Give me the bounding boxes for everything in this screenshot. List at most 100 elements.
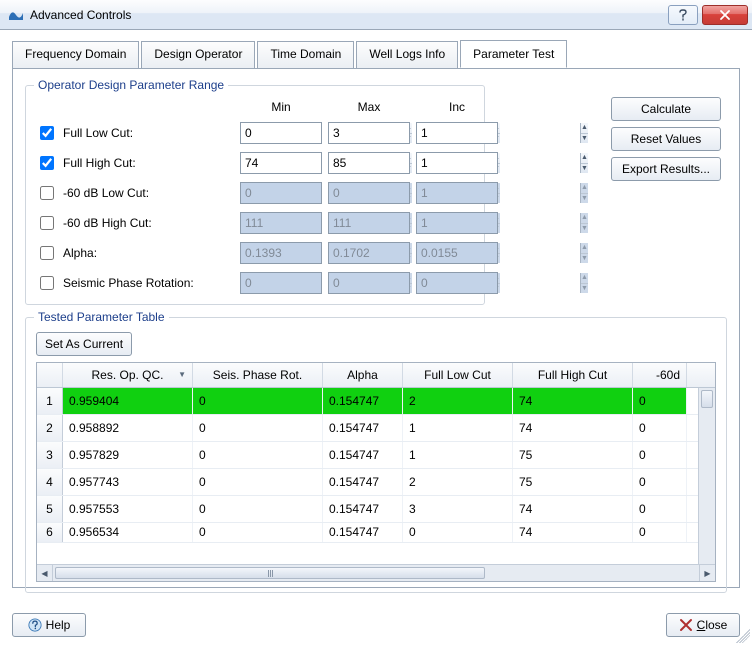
table-row[interactable]: 4 0.957743 0 0.154747 2 75 0 <box>37 469 698 496</box>
checkbox-60db-high-cut[interactable] <box>40 216 54 230</box>
tab-well-logs-info[interactable]: Well Logs Info <box>356 41 458 69</box>
spin-input[interactable] <box>417 123 580 143</box>
spin-full-high-cut-max[interactable]: ▲▼ <box>328 152 410 174</box>
tab-frequency-domain[interactable]: Frequency Domain <box>12 41 139 69</box>
scrollbar-thumb[interactable] <box>55 567 485 579</box>
cell-seis-phase-rot: 0 <box>193 415 323 441</box>
checkbox-alpha[interactable] <box>40 246 54 260</box>
scrollbar-thumb[interactable] <box>701 390 713 408</box>
cell-minus-60db: 0 <box>633 469 687 495</box>
col-header-full-low-cut[interactable]: Full Low Cut <box>403 363 513 387</box>
tab-panel-parameter-test: Operator Design Parameter Range Min Max … <box>12 68 740 588</box>
window-title: Advanced Controls <box>30 8 668 22</box>
horizontal-scrollbar[interactable]: ◀ ▶ <box>37 564 715 581</box>
col-header-alpha[interactable]: Alpha <box>323 363 403 387</box>
table-row[interactable]: 5 0.957553 0 0.154747 3 74 0 <box>37 496 698 523</box>
checkbox-full-low-cut[interactable] <box>40 126 54 140</box>
export-results-button[interactable]: Export Results... <box>611 157 721 181</box>
cell-minus-60db: 0 <box>633 496 687 522</box>
param-label-text: -60 dB High Cut: <box>63 216 152 230</box>
spin-full-low-cut-min[interactable]: ▲▼ <box>240 122 322 144</box>
row-number: 5 <box>37 496 63 522</box>
group-tested-parameter-table: Tested Parameter Table Set As Current Re… <box>25 317 727 593</box>
cell-minus-60db: 0 <box>633 415 687 441</box>
help-button[interactable]: Help <box>12 613 86 637</box>
table-row[interactable]: 6 0.956534 0 0.154747 0 74 0 <box>37 523 698 543</box>
param-grid: Min Max Inc Full Low Cut: ▲▼ ▲▼ ▲▼ Full … <box>36 100 474 294</box>
param-label-text: Full Low Cut: <box>63 126 133 140</box>
cell-seis-phase-rot: 0 <box>193 469 323 495</box>
tabs: Frequency Domain Design Operator Time Do… <box>12 40 740 588</box>
param-full-low-cut: Full Low Cut: <box>36 123 234 143</box>
scroll-left-arrow-icon[interactable]: ◀ <box>37 565 53 581</box>
checkbox-full-high-cut[interactable] <box>40 156 54 170</box>
col-header-inc: Inc <box>416 100 498 114</box>
up-arrow-icon[interactable]: ▲ <box>581 153 588 163</box>
spin-60db-high-cut-min: ▲▼ <box>240 212 322 234</box>
cell-res-op-qc: 0.958892 <box>63 415 193 441</box>
spin-60db-high-cut-inc: ▲▼ <box>416 212 498 234</box>
tab-time-domain[interactable]: Time Domain <box>257 41 354 69</box>
cell-full-low-cut: 2 <box>403 388 513 414</box>
col-header-seis-phase-rot[interactable]: Seis. Phase Rot. <box>193 363 323 387</box>
spin-full-high-cut-min[interactable]: ▲▼ <box>240 152 322 174</box>
spin-full-low-cut-max[interactable]: ▲▼ <box>328 122 410 144</box>
up-arrow-icon: ▲ <box>581 243 588 253</box>
up-arrow-icon: ▲ <box>581 273 588 283</box>
table-row[interactable]: 3 0.957829 0 0.154747 1 75 0 <box>37 442 698 469</box>
down-arrow-icon: ▼ <box>581 283 588 294</box>
spin-full-low-cut-inc[interactable]: ▲▼ <box>416 122 498 144</box>
cell-full-high-cut: 74 <box>513 496 633 522</box>
up-arrow-icon: ▲ <box>581 183 588 193</box>
param-label-text: Seismic Phase Rotation: <box>63 276 194 290</box>
up-arrow-icon[interactable]: ▲ <box>581 123 588 133</box>
window-help-button[interactable] <box>668 5 698 25</box>
down-arrow-icon: ▼ <box>581 253 588 264</box>
spin-arrows[interactable]: ▲▼ <box>580 123 588 143</box>
cell-full-high-cut: 75 <box>513 469 633 495</box>
help-button-label: Help <box>46 618 71 632</box>
vertical-scrollbar[interactable] <box>698 388 715 564</box>
scroll-right-arrow-icon[interactable]: ▶ <box>699 565 715 581</box>
param-label-text: -60 dB Low Cut: <box>63 186 149 200</box>
table-row[interactable]: 1 0.959404 0 0.154747 2 74 0 <box>37 388 698 415</box>
cell-seis-phase-rot: 0 <box>193 388 323 414</box>
row-number: 1 <box>37 388 63 414</box>
spin-60db-low-cut-min: ▲▼ <box>240 182 322 204</box>
resize-grip[interactable] <box>736 629 750 643</box>
calculate-button[interactable]: Calculate <box>611 97 721 121</box>
window-close-button[interactable] <box>702 5 748 25</box>
param-alpha: Alpha: <box>36 243 234 263</box>
spin-arrows: ▲▼ <box>580 273 588 293</box>
spin-full-high-cut-inc[interactable]: ▲▼ <box>416 152 498 174</box>
reset-values-button[interactable]: Reset Values <box>611 127 721 151</box>
col-header-res-op-qc[interactable]: Res. Op. QC.▼ <box>63 363 193 387</box>
table-row[interactable]: 2 0.958892 0 0.154747 1 74 0 <box>37 415 698 442</box>
down-arrow-icon[interactable]: ▼ <box>581 163 588 174</box>
cell-res-op-qc: 0.957829 <box>63 442 193 468</box>
cell-res-op-qc: 0.957743 <box>63 469 193 495</box>
checkbox-60db-low-cut[interactable] <box>40 186 54 200</box>
col-header-full-high-cut[interactable]: Full High Cut <box>513 363 633 387</box>
app-icon <box>8 7 24 23</box>
row-number: 6 <box>37 523 63 542</box>
titlebar: Advanced Controls <box>0 0 752 30</box>
cell-full-low-cut: 0 <box>403 523 513 542</box>
spin-input <box>417 273 580 293</box>
spin-input[interactable] <box>417 153 580 173</box>
cell-minus-60db: 0 <box>633 523 687 542</box>
close-button[interactable]: Close <box>666 613 740 637</box>
tab-parameter-test[interactable]: Parameter Test <box>460 40 567 68</box>
spin-60db-low-cut-inc: ▲▼ <box>416 182 498 204</box>
checkbox-seismic-phase-rotation[interactable] <box>40 276 54 290</box>
cell-minus-60db: 0 <box>633 388 687 414</box>
sort-desc-icon: ▼ <box>178 370 186 379</box>
down-arrow-icon: ▼ <box>581 223 588 234</box>
set-as-current-button[interactable]: Set As Current <box>36 332 132 356</box>
tested-parameter-table: Res. Op. QC.▼ Seis. Phase Rot. Alpha Ful… <box>36 362 716 582</box>
col-header-rownum <box>37 363 63 387</box>
spin-arrows[interactable]: ▲▼ <box>580 153 588 173</box>
tab-design-operator[interactable]: Design Operator <box>141 41 255 69</box>
down-arrow-icon[interactable]: ▼ <box>581 133 588 144</box>
col-header-minus-60db[interactable]: -60d <box>633 363 687 387</box>
